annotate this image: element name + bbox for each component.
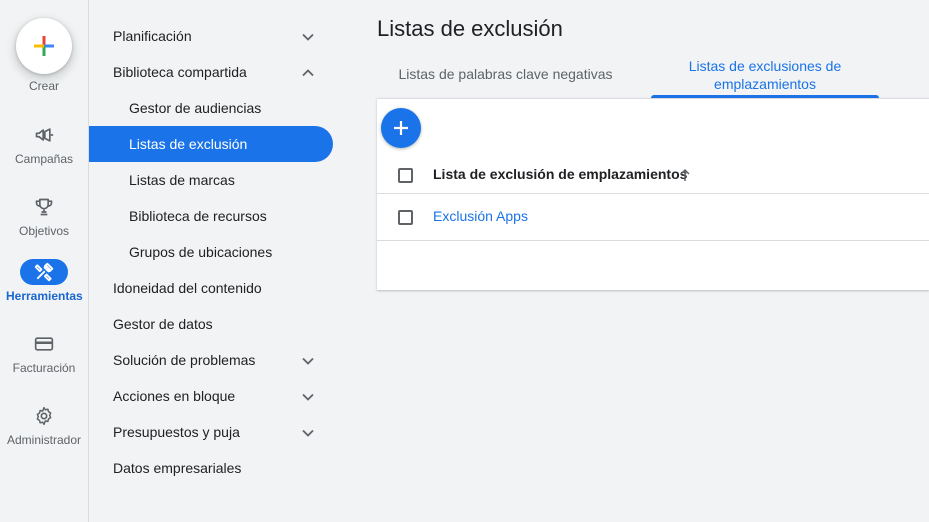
table-header-row: Lista de exclusión de emplazamientos [377, 156, 929, 194]
nav-item-label: Gestor de datos [113, 316, 213, 332]
tools-icon [20, 259, 68, 285]
create-button[interactable] [16, 18, 72, 74]
column-header-placement-list[interactable]: Lista de exclusión de emplazamientos [433, 166, 687, 182]
nav-item-label: Listas de marcas [129, 172, 235, 188]
exclusion-list-table-card: Lista de exclusión de emplazamientos Exc… [377, 98, 929, 290]
nav-item-label: Solución de problemas [113, 352, 256, 368]
nav-item-bulk-actions[interactable]: Acciones en bloque [89, 378, 334, 414]
nav-item-label: Acciones en bloque [113, 388, 236, 404]
page-title: Listas de exclusión [377, 16, 563, 41]
nav-item-audience-manager[interactable]: Gestor de audiencias [89, 90, 334, 126]
nav-item-label: Idoneidad del contenido [113, 280, 262, 296]
megaphone-icon [20, 122, 68, 148]
nav-item-label: Grupos de ubicaciones [129, 244, 273, 260]
tab-negative-keyword-lists[interactable]: Listas de palabras clave negativas [378, 66, 633, 82]
nav-item-business-data[interactable]: Datos empresariales [89, 450, 334, 486]
chevron-up-icon [302, 69, 314, 77]
nav-item-asset-library[interactable]: Biblioteca de recursos [89, 198, 334, 234]
trophy-icon [20, 194, 68, 220]
nav-item-label: Datos empresariales [113, 460, 242, 476]
rail-item-billing[interactable]: Facturación [0, 331, 88, 375]
plus-icon [394, 121, 408, 135]
nav-item-brand-lists[interactable]: Listas de marcas [89, 162, 334, 198]
rail-item-label: Facturación [12, 361, 76, 375]
gear-icon [20, 403, 68, 429]
select-all-checkbox[interactable] [398, 168, 413, 183]
nav-item-data-manager[interactable]: Gestor de datos [89, 306, 334, 342]
chevron-down-icon [302, 33, 314, 41]
rail-item-label: Objetivos [18, 224, 70, 238]
nav-item-label: Presupuestos y puja [113, 424, 240, 440]
nav-item-location-groups[interactable]: Grupos de ubicaciones [89, 234, 334, 270]
nav-item-label: Listas de exclusión [129, 136, 248, 152]
nav-item-label: Gestor de audiencias [129, 100, 262, 116]
rail-item-tools[interactable]: Herramientas [0, 259, 88, 303]
nav-item-label: Biblioteca de recursos [129, 208, 267, 224]
rail-item-label: Administrador [6, 433, 82, 447]
arrow-up-sort-icon[interactable] [679, 168, 691, 182]
tab-placement-exclusion-lists[interactable]: Listas de exclusiones de emplazamientos [651, 57, 879, 93]
nav-item-budgets-bidding[interactable]: Presupuestos y puja [89, 414, 334, 450]
list-name-link[interactable]: Exclusión Apps [433, 208, 528, 224]
chevron-down-icon [302, 357, 314, 365]
chevron-down-icon [302, 429, 314, 437]
rail-item-label: Campañas [14, 152, 74, 166]
rail-item-goals[interactable]: Objetivos [0, 194, 88, 238]
tools-nav-menu: Planificación Biblioteca compartida Gest… [89, 18, 334, 486]
row-checkbox[interactable] [398, 210, 413, 225]
create-label: Crear [28, 79, 59, 93]
nav-item-exclusion-lists[interactable]: Listas de exclusión [89, 126, 333, 162]
nav-item-content-suitability[interactable]: Idoneidad del contenido [89, 270, 334, 306]
left-rail: Crear Campañas Objetivos Herramientas Fa… [0, 0, 89, 522]
rail-item-label: Herramientas [6, 289, 83, 303]
nav-item-troubleshooting[interactable]: Solución de problemas [89, 342, 334, 378]
nav-item-label: Biblioteca compartida [113, 64, 247, 80]
credit-card-icon [20, 331, 68, 357]
table-row: Exclusión Apps [377, 195, 929, 241]
nav-item-planning[interactable]: Planificación [89, 18, 334, 54]
chevron-down-icon [302, 393, 314, 401]
rail-item-admin[interactable]: Administrador [0, 403, 88, 447]
rail-item-campaigns[interactable]: Campañas [0, 122, 88, 166]
nav-item-shared-library[interactable]: Biblioteca compartida [89, 54, 334, 90]
add-button[interactable] [381, 108, 421, 148]
nav-item-label: Planificación [113, 28, 192, 44]
plus-multicolor-icon [34, 36, 54, 56]
